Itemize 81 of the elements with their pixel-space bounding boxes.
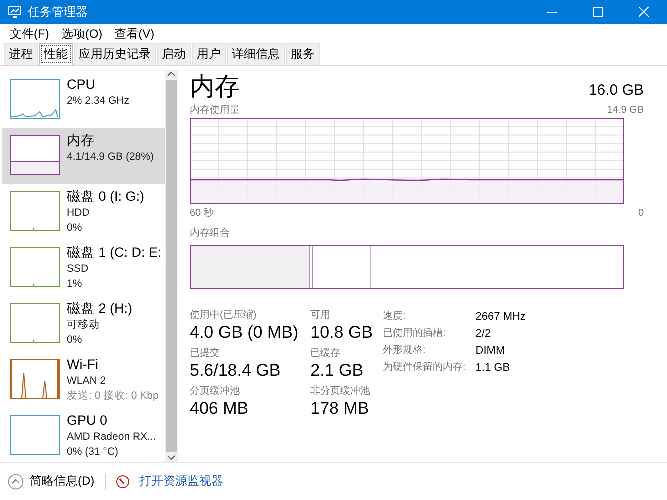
gauge-icon xyxy=(116,474,130,488)
close-icon xyxy=(639,7,649,17)
device-detail: AMD Radeon RX... xyxy=(67,430,156,445)
device-item[interactable]: Wi-Fi WLAN 2 发送: 0 接收: 0 Kbp xyxy=(2,352,165,408)
device-name: CPU xyxy=(67,76,97,94)
stat-value: 406 MB xyxy=(190,398,250,420)
stat-label: 已提交 xyxy=(190,347,221,360)
device-name: 磁盘 2 (H:) xyxy=(67,300,133,318)
gpu-graph-thumbnail xyxy=(10,415,60,455)
stat-label: 分页缓冲池 xyxy=(190,385,241,398)
stat-label: 已缓存 xyxy=(310,347,342,360)
stat-label: 非分页缓冲池 xyxy=(310,385,372,398)
device-detail: 4.1/14.9 GB (28%) xyxy=(67,150,154,165)
composition-label: 内存组合 xyxy=(190,227,230,241)
device-item[interactable]: 磁盘 2 (H:) 可移动 0% xyxy=(2,296,165,352)
device-detail: 0% (31 °C) xyxy=(67,445,120,460)
detail-label: 速度: xyxy=(383,310,407,324)
device-item[interactable]: 磁盘 1 (C: D: E: SSD 1% xyxy=(2,240,165,296)
graph-label: 内存使用量 xyxy=(190,104,240,118)
menu-item[interactable]: 选项(O) xyxy=(55,26,109,42)
graph-max-label: 14.9 GB xyxy=(607,104,644,118)
scrollbar[interactable] xyxy=(165,70,178,462)
detail-value: DIMM xyxy=(476,344,506,359)
disk-graph-thumbnail xyxy=(10,247,60,287)
panel-title: 内存 xyxy=(190,72,240,103)
stat-value: 2.1 GB xyxy=(310,360,365,382)
device-detail: 2% 2.34 GHz xyxy=(67,94,130,109)
device-name: 内存 xyxy=(67,132,96,150)
device-name: GPU 0 xyxy=(67,412,109,430)
detail-value: 1.1 GB xyxy=(476,361,512,376)
device-detail: 发送: 0 接收: 0 Kbp xyxy=(67,389,159,404)
app-icon xyxy=(8,6,22,18)
resource-monitor-link[interactable]: 打开资源监视器 xyxy=(140,473,224,490)
memory-graph-thumbnail xyxy=(10,135,60,175)
detail-value: 2667 MHz xyxy=(476,310,526,325)
stat-value: 178 MB xyxy=(310,398,370,420)
menu-item[interactable]: 文件(F) xyxy=(4,26,56,42)
device-item[interactable]: CPU 2% 2.34 GHz xyxy=(2,72,165,128)
tab[interactable]: 服务 xyxy=(286,43,320,65)
device-detail: 0% xyxy=(67,333,84,348)
device-item[interactable]: 内存 4.1/14.9 GB (28%) xyxy=(2,128,165,184)
tab[interactable]: 用户 xyxy=(192,43,226,65)
maximize-icon xyxy=(593,7,603,17)
device-name: 磁盘 1 (C: D: E: xyxy=(67,244,162,262)
device-detail: WLAN 2 xyxy=(67,374,108,389)
detail-label: 外形规格: xyxy=(383,344,427,358)
detail-label: 为硬件保留的内存: xyxy=(383,360,466,375)
menu-item[interactable]: 查看(V) xyxy=(108,26,161,42)
tab[interactable]: 启动 xyxy=(157,43,191,65)
total-memory: 16.0 GB xyxy=(588,82,644,99)
collapse-icon xyxy=(8,474,24,490)
summary-button[interactable]: 简略信息(D) xyxy=(8,473,95,490)
disk-graph-thumbnail xyxy=(10,303,60,343)
scroll-down-icon[interactable] xyxy=(167,454,176,462)
tab[interactable]: 性能 xyxy=(39,43,73,65)
device-detail: 0% xyxy=(67,221,84,236)
device-detail: 1% xyxy=(67,277,84,292)
graph-time-label: 60 秒 xyxy=(190,207,214,221)
cpu-graph-thumbnail xyxy=(10,79,60,119)
tab[interactable]: 应用历史记录 xyxy=(74,43,156,65)
detail-label: 已使用的插槽: xyxy=(383,326,447,341)
stat-value: 5.6/18.4 GB xyxy=(190,360,282,382)
window-title: 任务管理器 xyxy=(28,4,89,20)
device-detail: 可移动 xyxy=(67,318,101,333)
device-name: 磁盘 0 (I: G:) xyxy=(67,188,145,206)
tab[interactable]: 详细信息 xyxy=(227,43,285,65)
disk-graph-thumbnail xyxy=(10,191,60,231)
device-name: Wi-Fi xyxy=(67,356,100,374)
detail-value: 2/2 xyxy=(476,327,492,342)
network-graph-thumbnail xyxy=(10,359,60,399)
device-detail: HDD xyxy=(67,206,91,221)
stat-label: 可用 xyxy=(310,309,332,322)
stat-label: 使用中(已压缩) xyxy=(190,309,258,322)
graph-time-label: 0 xyxy=(638,207,644,221)
scroll-up-icon[interactable] xyxy=(167,70,176,78)
tab[interactable]: 进程 xyxy=(4,43,38,65)
device-item[interactable]: GPU 0 AMD Radeon RX... 0% (31 °C) xyxy=(2,408,165,462)
stat-value: 10.8 GB xyxy=(310,322,374,344)
device-detail: SSD xyxy=(67,262,90,277)
device-item[interactable]: 磁盘 0 (I: G:) HDD 0% xyxy=(2,184,165,240)
stat-value: 4.0 GB (0 MB) xyxy=(190,322,299,344)
